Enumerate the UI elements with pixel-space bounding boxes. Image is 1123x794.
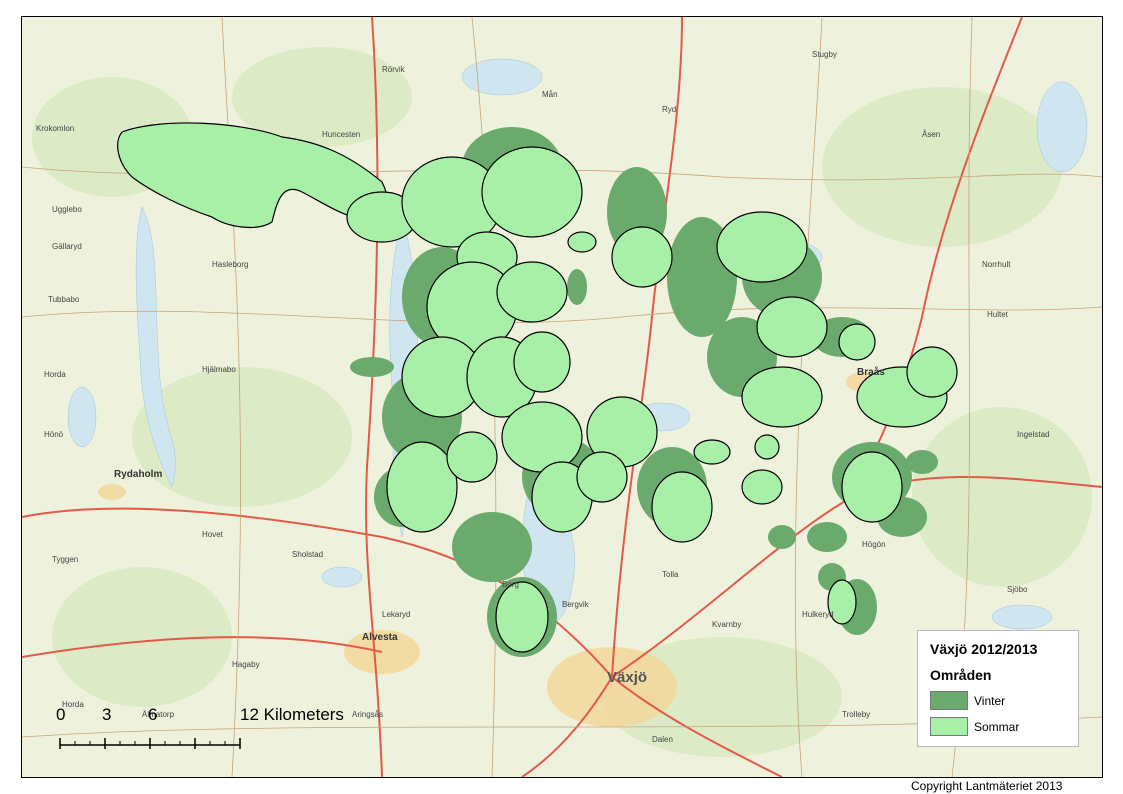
town-label-braas: Braås — [857, 366, 885, 378]
svg-text:Tyggen: Tyggen — [52, 555, 78, 564]
svg-text:Borg: Borg — [502, 580, 519, 589]
svg-text:Sjöbo: Sjöbo — [1007, 585, 1028, 594]
legend: Växjö 2012/2013 Områden Vinter Sommar — [917, 630, 1079, 747]
svg-text:Kvarnby: Kvarnby — [712, 620, 741, 629]
legend-swatch-icon — [930, 717, 968, 736]
scale-bar: 0 3 6 12 Kilometers — [40, 705, 344, 765]
town-label-rydaholm: Rydaholm — [114, 469, 162, 480]
svg-text:Åsen: Åsen — [922, 130, 940, 139]
svg-text:Bergvik: Bergvik — [562, 600, 590, 609]
svg-text:Ryd: Ryd — [662, 105, 676, 114]
svg-text:Hasleborg: Hasleborg — [212, 260, 248, 269]
legend-title: Växjö 2012/2013 — [930, 641, 1038, 657]
copyright-text: Copyright Lantmäteriet 2013 — [911, 779, 1063, 793]
svg-text:Hjälmabo: Hjälmabo — [202, 365, 236, 374]
svg-text:Dalen: Dalen — [652, 735, 673, 744]
svg-text:Horda: Horda — [44, 370, 66, 379]
legend-subtitle: Områden — [930, 667, 992, 683]
svg-text:Hönö: Hönö — [44, 430, 64, 439]
scale-label-6: 6 — [148, 705, 158, 724]
svg-text:Hulkeryd: Hulkeryd — [802, 610, 834, 619]
scale-label-12: 12 Kilometers — [240, 705, 344, 724]
svg-text:Trolleby: Trolleby — [842, 710, 870, 719]
svg-text:Mån: Mån — [542, 90, 558, 99]
svg-text:Ingelstad: Ingelstad — [1017, 430, 1049, 439]
legend-label-winter: Vinter — [974, 694, 1006, 708]
svg-text:Stugby: Stugby — [812, 50, 837, 59]
svg-text:Gällaryd: Gällaryd — [52, 242, 82, 251]
svg-text:Tubbabo: Tubbabo — [48, 295, 80, 304]
legend-swatch-icon — [930, 691, 968, 710]
svg-text:Norrhult: Norrhult — [982, 260, 1011, 269]
svg-text:Hultet: Hultet — [987, 310, 1009, 319]
svg-text:Rörvik: Rörvik — [382, 65, 406, 74]
svg-text:Ugglebo: Ugglebo — [52, 205, 82, 214]
svg-text:Sholstad: Sholstad — [292, 550, 323, 559]
svg-text:Högön: Högön — [862, 540, 886, 549]
svg-text:Krokomlon: Krokomlon — [36, 124, 74, 133]
svg-text:Aringsås: Aringsås — [352, 710, 383, 719]
svg-text:Hagaby: Hagaby — [232, 660, 260, 669]
svg-text:Huncesten: Huncesten — [322, 130, 360, 139]
scale-bar-icon — [59, 738, 241, 749]
scale-label-3: 3 — [102, 705, 112, 724]
scale-label-0: 0 — [56, 705, 66, 724]
svg-text:Lekaryd: Lekaryd — [382, 610, 410, 619]
svg-text:Hovet: Hovet — [202, 530, 224, 539]
legend-label-summer: Sommar — [974, 720, 1020, 734]
town-label-alvesta: Alvesta — [362, 632, 398, 643]
svg-text:Tolla: Tolla — [662, 570, 679, 579]
city-label-vaxjo: Växjö — [607, 669, 647, 686]
